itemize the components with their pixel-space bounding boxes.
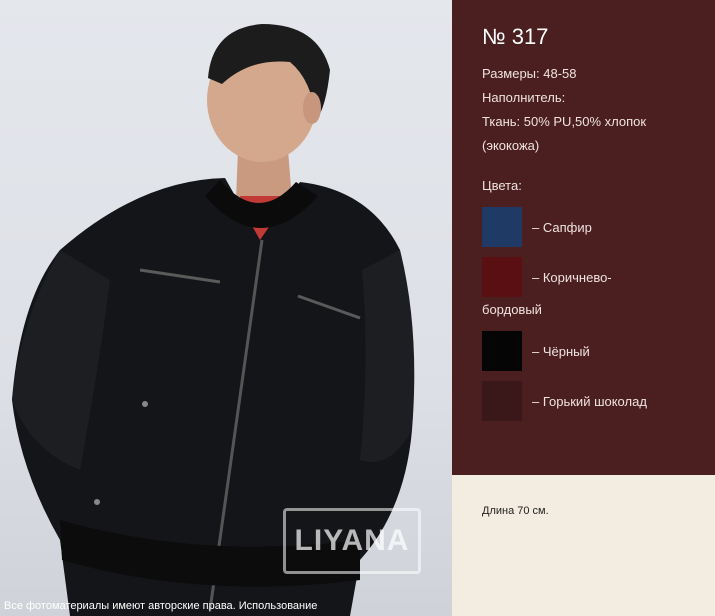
- color-swatch-bitter-chocolate: [482, 381, 522, 421]
- fabric-note-text: (экокожа): [482, 138, 540, 153]
- product-info-panel: № 317 Размеры: 48-58 Наполнитель: Ткань:…: [452, 0, 715, 475]
- color-label-brown-burgundy-cont: бордовый: [482, 302, 542, 317]
- brand-watermark-logo: LIYANA: [283, 508, 421, 574]
- colors-title: Цвета:: [482, 178, 522, 193]
- product-photo: LIYANA Все фотоматериалы имеют авторские…: [0, 0, 452, 616]
- fabric-text: Ткань: 50% PU,50% хлопок: [482, 114, 647, 129]
- color-label-black: – Чёрный: [532, 344, 590, 359]
- model-number: № 317: [482, 24, 549, 49]
- color-swatch-black: [482, 331, 522, 371]
- color-swatch-brown-burgundy: [482, 257, 522, 297]
- color-swatch-sapphire: [482, 207, 522, 247]
- color-label-sapphire: – Сапфир: [532, 220, 592, 235]
- color-label-bitter-chocolate: – Горький шоколад: [532, 394, 647, 409]
- length-text: Длина 70 см.: [482, 505, 549, 517]
- filler-text: Наполнитель:: [482, 90, 566, 105]
- copyright-notice: Все фотоматериалы имеют авторские права.…: [4, 600, 318, 612]
- sizes-text: Размеры: 48-58: [482, 66, 577, 81]
- color-label-brown-burgundy: – Коричнево-: [532, 270, 612, 285]
- product-extra-info: Длина 70 см.: [452, 475, 715, 616]
